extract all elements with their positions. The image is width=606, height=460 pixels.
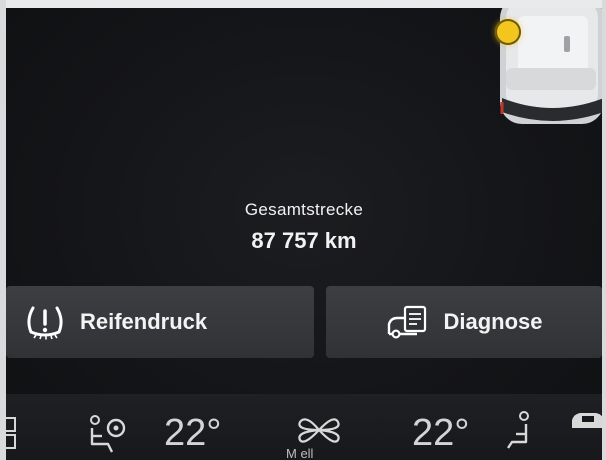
home-grid-icon[interactable] bbox=[6, 416, 20, 450]
diagnose-label: Diagnose bbox=[443, 309, 543, 334]
driver-temperature[interactable]: 22° bbox=[164, 412, 221, 455]
tire-pressure-icon bbox=[27, 306, 63, 340]
reifendruck-label: Reifendruck bbox=[80, 309, 208, 334]
car-diagnosis-icon bbox=[388, 305, 427, 339]
diagnose-button[interactable]: Diagnose bbox=[326, 286, 602, 358]
screen-bezel-top bbox=[0, 0, 606, 8]
fan-icon[interactable] bbox=[296, 412, 342, 448]
seat-steering-heat-icon[interactable] bbox=[86, 414, 128, 454]
odometer-label: Gesamtstrecke bbox=[244, 200, 364, 219]
tire-warning-indicator bbox=[495, 19, 521, 45]
odometer-value: 87 757 km bbox=[251, 228, 357, 253]
screen-bezel-right bbox=[602, 0, 606, 460]
climate-bar: 22° M ell 22° bbox=[6, 394, 602, 460]
infotainment-screen: Gesamtstrecke 87 757 km Reifendruck Diag… bbox=[6, 8, 602, 460]
reifendruck-button[interactable]: Reifendruck bbox=[6, 286, 314, 358]
car-fan-icon[interactable] bbox=[570, 406, 602, 436]
fan-mode-label: M ell bbox=[286, 446, 314, 460]
passenger-seat-heat-icon[interactable] bbox=[504, 410, 534, 450]
passenger-temperature[interactable]: 22° bbox=[412, 412, 469, 455]
